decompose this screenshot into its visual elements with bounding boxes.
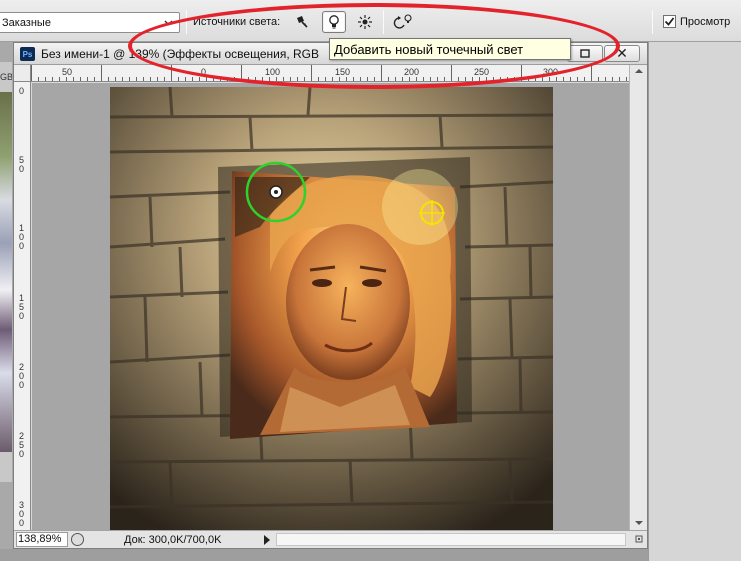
light-target-crosshair-icon[interactable] <box>417 198 447 228</box>
ruler-label: 2 0 0 <box>19 362 25 390</box>
background-document-image <box>0 92 12 452</box>
ruler-label: 200 <box>404 67 420 77</box>
ruler-label: 5 0 <box>19 155 25 174</box>
add-infinite-light-button[interactable] <box>353 11 377 33</box>
close-icon: ✕ <box>616 45 628 61</box>
right-panel <box>648 42 741 561</box>
horizontal-scrollbar[interactable] <box>276 533 626 546</box>
background-document-strip: GB <box>0 62 12 482</box>
vertical-scrollbar[interactable] <box>629 65 647 530</box>
photoshop-icon: Ps <box>20 47 35 61</box>
vertical-ruler[interactable]: 0 5 0 1 0 0 1 5 0 2 0 0 2 5 0 3 0 0 <box>14 82 31 530</box>
close-button[interactable]: ✕ <box>604 45 640 62</box>
light-sources-label: Источники света: <box>193 16 281 28</box>
minimize-icon <box>580 48 590 58</box>
chevron-down-icon <box>164 20 173 26</box>
separator <box>652 10 653 34</box>
ruler-label: 2 5 0 <box>19 431 25 459</box>
add-spot-light-button[interactable] <box>290 11 314 33</box>
status-info-icon[interactable] <box>71 533 84 546</box>
ruler-label: 250 <box>474 67 490 77</box>
document-size: Док: 300,0K/700,0K <box>124 534 222 546</box>
preview-checkbox[interactable] <box>663 15 676 28</box>
zoom-field[interactable]: 138,89% <box>16 532 68 547</box>
ruler-label: 50 <box>62 67 73 77</box>
ruler-label: 0 <box>201 67 207 77</box>
ruler-ticks <box>31 65 627 81</box>
ruler-label: 100 <box>265 67 281 77</box>
point-light-icon <box>329 15 339 29</box>
horizontal-ruler[interactable]: 0 50 0 100 150 200 250 300 <box>31 65 629 82</box>
ruler-label: 1 0 0 <box>19 223 25 251</box>
status-menu-arrow-icon[interactable] <box>264 535 270 545</box>
document-window: Ps Без имени-1 @ 139% (Эффекты освещения… <box>13 42 648 549</box>
separator <box>186 10 187 34</box>
check-icon <box>664 17 675 26</box>
status-bar: 138,89% Док: 300,0K/700,0K <box>14 530 647 548</box>
background-tab-text: GB <box>0 72 12 82</box>
resize-grip-icon[interactable] <box>633 533 645 546</box>
add-point-light-button[interactable] <box>322 11 346 33</box>
scrollbar-arrows <box>635 69 643 525</box>
options-bar: Заказные Источники света: Просмотр <box>0 0 741 42</box>
preview-label: Просмотр <box>680 16 731 28</box>
preset-dropdown[interactable]: Заказные <box>0 12 180 33</box>
reset-lights-button[interactable] <box>391 11 415 33</box>
tooltip: Добавить новый точечный свет <box>329 38 571 60</box>
ruler-label: 0 <box>19 86 25 96</box>
brick-wall-photo <box>110 87 553 530</box>
lighting-preview-image[interactable] <box>110 87 553 530</box>
spot-light-icon <box>297 16 308 28</box>
ruler-label: 3 0 0 <box>19 500 25 528</box>
ruler-corner[interactable] <box>14 65 31 82</box>
ruler-label: 1 5 0 <box>19 293 25 321</box>
point-light-handle[interactable] <box>245 161 307 223</box>
separator <box>383 10 384 34</box>
minimize-button[interactable] <box>567 45 603 62</box>
infinite-light-icon <box>358 15 372 29</box>
ruler-label: 150 <box>335 67 351 77</box>
preset-value: Заказные <box>2 16 51 29</box>
workspace-background <box>0 549 648 561</box>
canvas-area[interactable] <box>32 83 629 530</box>
document-title: Без имени-1 @ 139% (Эффекты освещения, R… <box>41 47 320 61</box>
ruler-label: 300 <box>543 67 559 77</box>
reset-lights-icon <box>393 14 412 29</box>
